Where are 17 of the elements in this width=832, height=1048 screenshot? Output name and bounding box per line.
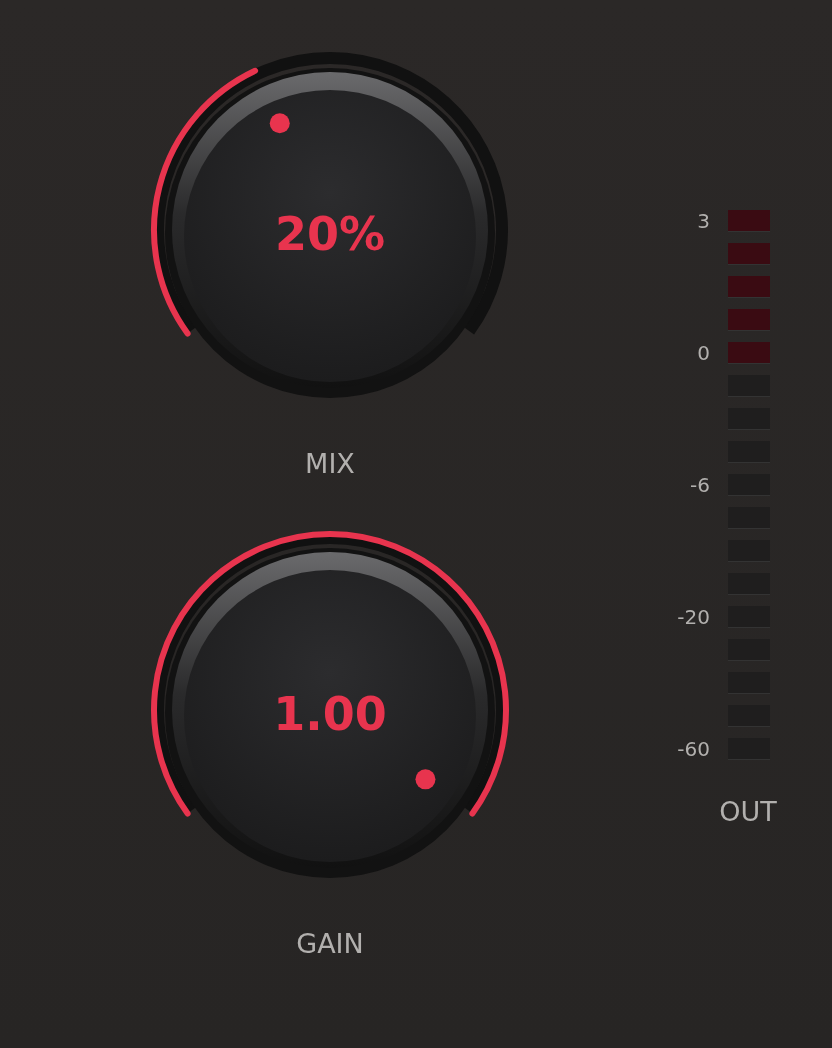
meter-segment [728,243,770,265]
scale-label: -60 [677,737,710,761]
pointer-dot [415,769,436,790]
knob-label: MIX [305,448,355,480]
scale-label: -6 [690,473,710,497]
scale-label: 0 [697,341,710,365]
meter-segment [728,309,770,331]
pointer-dot [269,113,290,134]
knob-value: 20% [274,207,386,261]
meter-label: OUT [718,796,778,827]
meter-segment [728,342,770,364]
meter-segment [728,276,770,298]
scale-label: 3 [697,209,710,233]
scale-label: -20 [677,605,710,629]
knob-label: GAIN [296,928,364,960]
meter-segment [728,210,770,232]
knob-value: 1.00 [273,687,387,741]
